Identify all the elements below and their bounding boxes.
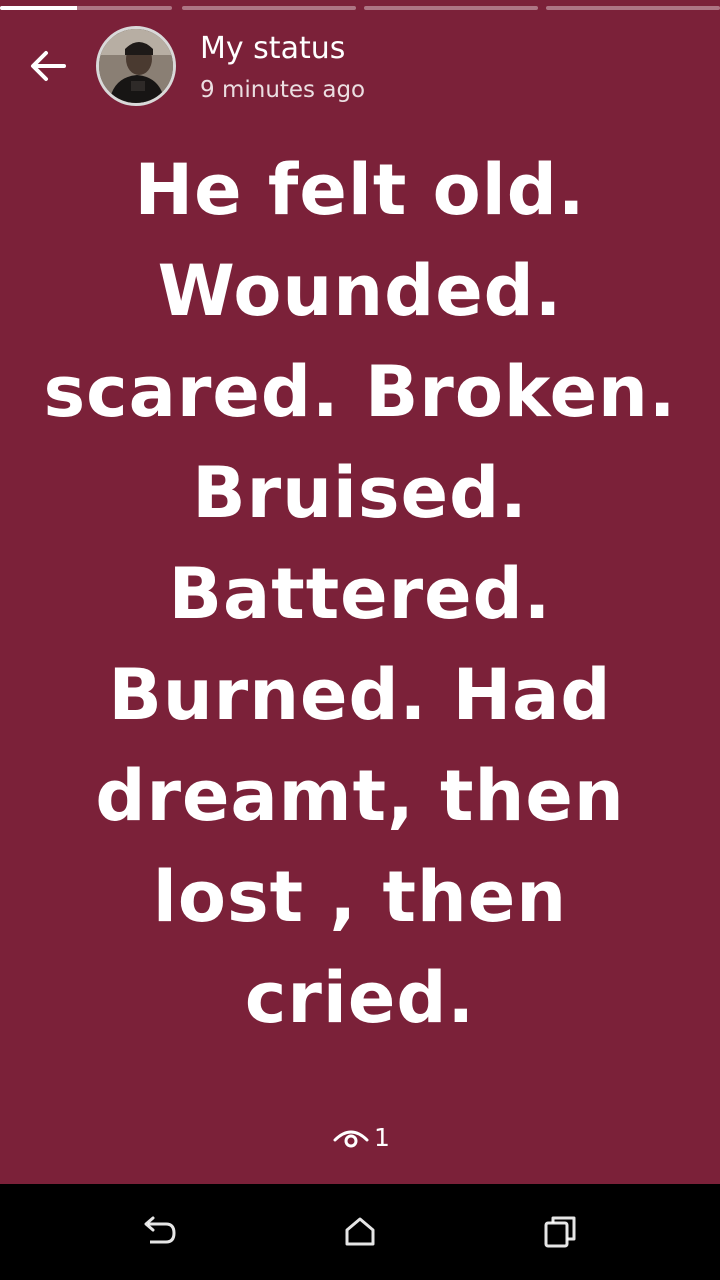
avatar[interactable] (96, 26, 176, 106)
status-text: He felt old. Wounded. scared. Broken. Br… (30, 140, 690, 1049)
progress-segment-3 (364, 6, 538, 10)
status-line: Burned. Had (108, 654, 612, 736)
nav-home-button[interactable] (336, 1208, 384, 1256)
status-line: He felt old. (134, 149, 586, 231)
progress-segment-4 (546, 6, 720, 10)
status-line: dreamt, then (95, 755, 625, 837)
nav-recents-button[interactable] (536, 1208, 584, 1256)
status-line: scared. Broken. (43, 351, 677, 433)
arrow-left-icon (31, 51, 66, 81)
navigation-bar (0, 1184, 720, 1280)
status-line: cried. (244, 957, 476, 1039)
progress-fill (0, 6, 78, 10)
nav-back-icon (144, 1216, 176, 1244)
screen: My status 9 minutes ago He felt old. Wou… (0, 0, 720, 1280)
nav-recents-icon (544, 1216, 576, 1248)
back-button[interactable] (24, 42, 72, 90)
progress-segment-2 (182, 6, 356, 10)
nav-home-icon (345, 1217, 375, 1246)
status-line: Bruised. (192, 452, 528, 534)
view-count-button[interactable]: 1 (332, 1118, 390, 1158)
status-timestamp: 9 minutes ago (200, 77, 366, 103)
progress-segment-1 (0, 6, 172, 10)
status-line: Battered. (168, 553, 552, 635)
contact-name[interactable]: My status (200, 30, 345, 68)
status-progress-bar (0, 6, 720, 11)
profile-photo (99, 29, 173, 103)
status-line: lost , then (152, 856, 568, 938)
nav-back-button[interactable] (136, 1208, 184, 1256)
status-view[interactable]: My status 9 minutes ago He felt old. Wou… (0, 0, 720, 1184)
eye-icon (333, 1130, 369, 1148)
status-line: Wounded. (157, 250, 563, 332)
view-count: 1 (374, 1123, 390, 1152)
